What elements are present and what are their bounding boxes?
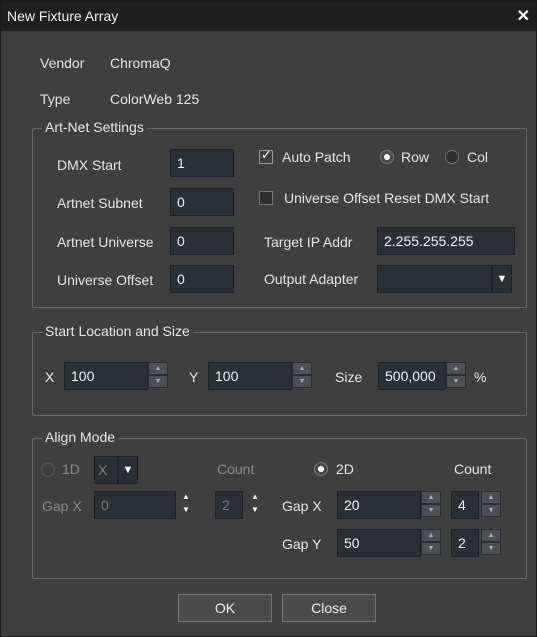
dmx-start-input[interactable]: 1 [170, 149, 234, 177]
auto-patch-checkbox[interactable]: ✓ [259, 147, 273, 164]
align-mode-title: Align Mode [42, 429, 119, 445]
output-adapter-label: Output Adapter [264, 271, 359, 287]
count-1d-label: Count [217, 461, 255, 477]
y-label: Y [189, 369, 199, 385]
universe-offset-reset-label: Universe Offset Reset DMX Start [284, 190, 490, 206]
vendor-value: ChromaQ [110, 55, 171, 71]
direction-row-radio[interactable] [380, 150, 394, 164]
universe-offset-label: Universe Offset [57, 272, 154, 288]
size-unit: % [474, 369, 487, 385]
axis-select[interactable]: X [94, 456, 118, 484]
gap-x-1d-label: Gap X [42, 498, 82, 514]
auto-patch-label: Auto Patch [282, 149, 351, 165]
count-1d-spinner[interactable]: ▲ ▼ [245, 491, 265, 519]
count-y-2d-input[interactable]: 2 [451, 529, 479, 557]
chevron-down-icon[interactable]: ▼ [492, 265, 512, 293]
y-spinner[interactable]: ▲ ▼ [292, 362, 312, 390]
mode-1d-radio[interactable] [41, 463, 55, 477]
dmx-start-label: DMX Start [57, 157, 122, 173]
count-x-2d-input[interactable]: 4 [451, 491, 479, 519]
count-1d-input[interactable]: 2 [215, 491, 243, 519]
close-button[interactable]: Close [282, 594, 376, 622]
gap-y-2d-input[interactable]: 50 [337, 529, 421, 557]
artnet-subnet-label: Artnet Subnet [57, 195, 143, 211]
title-bar[interactable]: New Fixture Array ✕ [1, 1, 536, 31]
x-input[interactable]: 100 [64, 362, 148, 390]
gap-x-1d-spinner[interactable]: ▲ ▼ [176, 491, 196, 519]
direction-col-label: Col [467, 149, 489, 165]
size-spinner[interactable]: ▲ ▼ [446, 362, 466, 390]
artnet-universe-input[interactable]: 0 [170, 227, 234, 255]
close-icon[interactable]: ✕ [517, 6, 530, 26]
size-input[interactable]: 500,000 [378, 362, 446, 390]
target-ip-label: Target IP Addr [264, 234, 353, 250]
artnet-settings-title: Art-Net Settings [42, 119, 147, 135]
gap-x-2d-spinner[interactable]: ▲ ▼ [421, 491, 441, 519]
new-fixture-array-dialog: New Fixture Array ✕ Vendor ChromaQ Type … [0, 0, 537, 637]
universe-offset-input[interactable]: 0 [170, 265, 234, 293]
mode-2d-label: 2D [336, 461, 354, 477]
gap-x-1d-input[interactable]: 0 [94, 491, 176, 519]
gap-y-2d-spinner[interactable]: ▲ ▼ [421, 529, 441, 557]
universe-offset-reset-checkbox[interactable] [259, 191, 273, 205]
gap-y-2d-label: Gap Y [282, 536, 322, 552]
start-location-title: Start Location and Size [42, 323, 193, 339]
count-y-2d-spinner[interactable]: ▲ ▼ [481, 529, 501, 557]
ok-button[interactable]: OK [178, 594, 272, 622]
artnet-universe-label: Artnet Universe [57, 234, 154, 250]
vendor-label: Vendor [40, 55, 85, 71]
window-title: New Fixture Array [7, 8, 119, 24]
chevron-down-icon[interactable]: ▼ [118, 456, 138, 484]
gap-x-2d-input[interactable]: 20 [337, 491, 421, 519]
checkmark-icon: ✓ [261, 147, 272, 162]
type-value: ColorWeb 125 [110, 91, 200, 107]
direction-row-label: Row [401, 149, 430, 165]
size-label: Size [335, 369, 363, 385]
target-ip-input[interactable]: 2.255.255.255 [377, 227, 515, 255]
mode-1d-label: 1D [62, 461, 80, 477]
gap-x-2d-label: Gap X [282, 498, 322, 514]
x-label: X [45, 369, 55, 385]
count-x-2d-spinner[interactable]: ▲ ▼ [481, 491, 501, 519]
mode-2d-radio[interactable] [314, 462, 328, 476]
artnet-subnet-input[interactable]: 0 [170, 188, 234, 216]
type-label: Type [40, 91, 71, 107]
count-2d-label: Count [454, 461, 492, 477]
y-input[interactable]: 100 [208, 362, 292, 390]
output-adapter-select[interactable] [377, 265, 492, 293]
direction-col-radio[interactable] [445, 150, 459, 164]
x-spinner[interactable]: ▲ ▼ [148, 362, 168, 390]
